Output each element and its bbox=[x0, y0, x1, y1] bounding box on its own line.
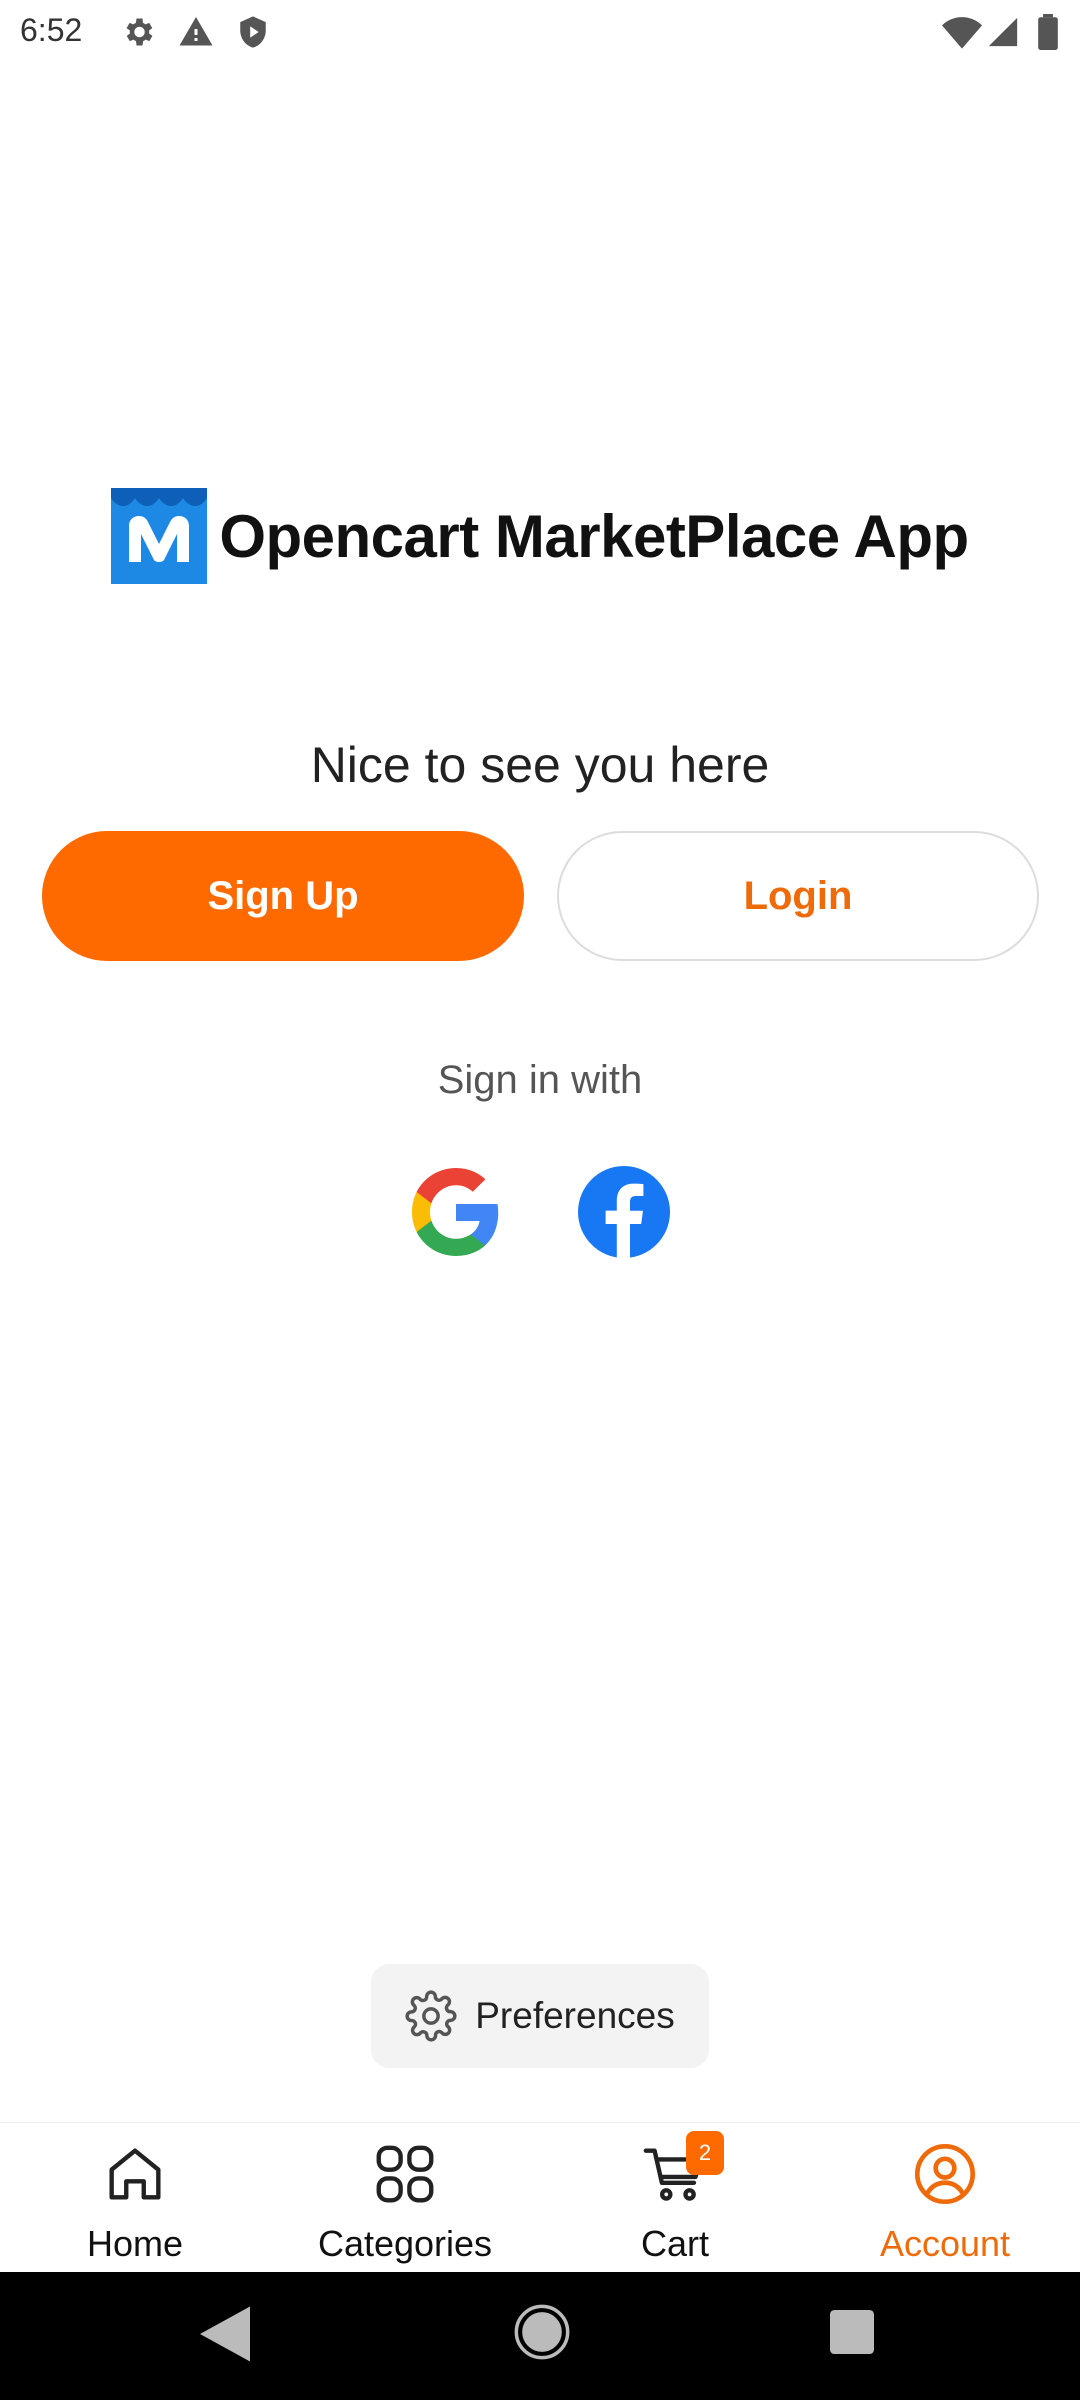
preferences-button[interactable]: Preferences bbox=[371, 1964, 709, 2068]
grid-icon bbox=[376, 2145, 434, 2203]
status-time: 6:52 bbox=[20, 12, 83, 48]
nav-label-home: Home bbox=[86, 2223, 184, 2264]
nav-item-categories[interactable]: Categories bbox=[270, 2139, 540, 2267]
cart-icon-wrapper: 2 bbox=[640, 2131, 724, 2209]
cart-badge: 2 bbox=[686, 2131, 724, 2175]
system-navigation-bar bbox=[0, 2272, 1080, 2400]
settings-icon bbox=[405, 1990, 457, 2042]
google-sign-in-button[interactable] bbox=[408, 1164, 504, 1260]
recents-button[interactable] bbox=[830, 2310, 874, 2359]
home-icon bbox=[109, 2148, 161, 2200]
welcome-heading: Nice to see you here bbox=[310, 737, 770, 793]
nav-label-cart: Cart bbox=[640, 2223, 709, 2264]
status-bar: 6:52 bbox=[0, 0, 1080, 64]
back-button[interactable] bbox=[200, 2306, 250, 2367]
sign-up-button[interactable]: Sign Up bbox=[42, 831, 524, 961]
facebook-icon bbox=[578, 1166, 670, 1258]
recents-square-icon bbox=[830, 2310, 874, 2354]
app-logo-icon bbox=[111, 488, 208, 584]
login-button[interactable]: Login bbox=[557, 831, 1039, 961]
gear-icon bbox=[120, 14, 156, 50]
nav-item-home[interactable]: Home bbox=[0, 2139, 270, 2267]
warning-icon bbox=[178, 14, 214, 50]
preferences-label: Preferences bbox=[475, 1995, 675, 2036]
account-icon bbox=[914, 2143, 976, 2205]
home-circle-icon bbox=[514, 2304, 570, 2360]
nav-item-cart[interactable]: 2 Cart bbox=[540, 2131, 810, 2267]
home-system-button[interactable] bbox=[514, 2304, 570, 2365]
sign-in-with-label: Sign in with bbox=[437, 1058, 643, 1102]
nav-label-account: Account bbox=[879, 2223, 1011, 2264]
nav-label-categories: Categories bbox=[317, 2223, 493, 2264]
nav-item-account[interactable]: Account bbox=[810, 2139, 1080, 2267]
facebook-sign-in-button[interactable] bbox=[576, 1164, 672, 1260]
bottom-navigation: Home Categories 2 Cart Account bbox=[0, 2122, 1080, 2272]
app-title: Opencart MarketPlace App bbox=[219, 502, 969, 570]
wifi-icon bbox=[942, 14, 982, 50]
signal-icon bbox=[986, 14, 1020, 50]
google-icon bbox=[412, 1168, 499, 1256]
brand-header: Opencart MarketPlace App bbox=[0, 488, 1080, 584]
back-triangle-icon bbox=[200, 2306, 250, 2362]
battery-icon bbox=[1038, 14, 1058, 50]
shield-icon bbox=[236, 14, 270, 50]
